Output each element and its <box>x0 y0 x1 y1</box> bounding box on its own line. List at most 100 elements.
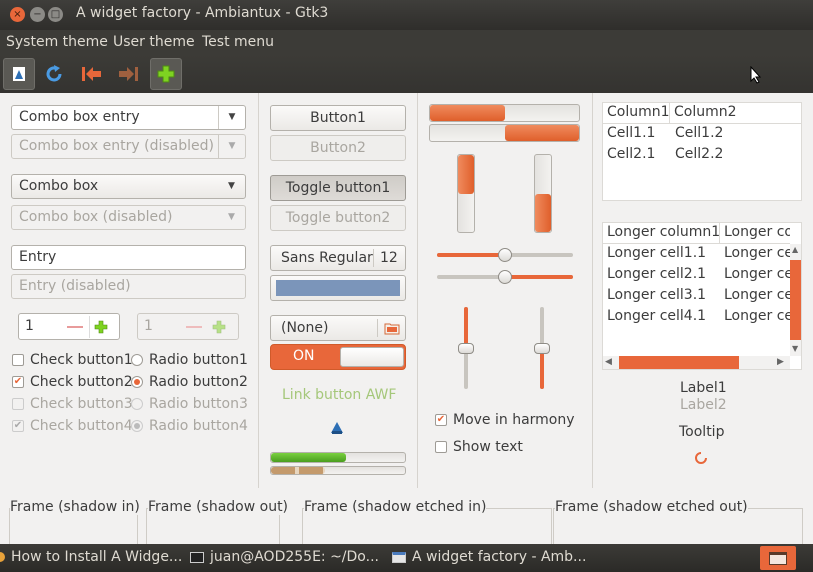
scale-handle[interactable] <box>498 248 512 262</box>
combo-box-entry[interactable]: Combo box entry ▼ <box>11 105 246 130</box>
chevron-left-icon[interactable]: ◀ <box>605 357 612 367</box>
radio-button-3: Radio button3 <box>131 396 248 412</box>
scale-fill <box>464 307 468 348</box>
table-cell[interactable]: Longer cell2.1 <box>607 266 706 282</box>
table-cell[interactable]: Longer ce <box>724 245 790 261</box>
table-cell[interactable]: Longer ce <box>724 308 790 324</box>
table-cell[interactable]: Longer cell4.1 <box>607 308 706 324</box>
tree-view-2[interactable]: Longer column1 Longer co Longer cell1.1 … <box>602 222 802 370</box>
check-label: Move in harmony <box>453 412 575 428</box>
column-header[interactable]: Longer column1 <box>603 223 720 244</box>
frame-label: Frame (shadow etched in) <box>304 499 487 515</box>
font-button[interactable]: Sans Regular 12 <box>270 245 406 271</box>
progress-fill <box>271 467 325 474</box>
chevron-right-icon[interactable]: ▶ <box>777 357 784 367</box>
scale-handle[interactable] <box>498 270 512 284</box>
table-cell[interactable]: Cell1.1 <box>607 125 655 141</box>
chevron-up-icon[interactable]: ▲ <box>792 245 798 254</box>
horizontal-scrollbar[interactable]: ◀ ▶ <box>603 356 790 369</box>
radio-button-2[interactable]: Radio button2 <box>131 374 248 390</box>
label-1: Label1 <box>680 380 727 396</box>
check-button-2[interactable]: ✔ Check button2 <box>12 374 133 390</box>
minus-icon[interactable] <box>67 326 83 328</box>
go-last-icon[interactable] <box>112 58 144 90</box>
radio-button-1[interactable]: Radio button1 <box>131 352 248 368</box>
taskbar-item[interactable]: A widget factory - Amb... <box>392 549 586 565</box>
toggle-button-2-disabled: Toggle button2 <box>270 205 406 231</box>
chevron-down-icon[interactable]: ▼ <box>218 106 245 129</box>
checkbox-checked-icon[interactable]: ✔ <box>12 376 24 388</box>
tree-view-1[interactable]: Column1 Column2 Cell1.1 Cell1.2 Cell2.1 … <box>602 102 802 201</box>
progress-bar-striped <box>270 466 406 475</box>
table-cell[interactable]: Longer ce <box>724 287 790 303</box>
title-bar: × − □ A widget factory - Ambiantux - Gtk… <box>0 0 813 30</box>
show-text-check[interactable]: Show text <box>435 439 523 455</box>
radio-icon[interactable] <box>131 354 143 366</box>
menu-user-theme[interactable]: User theme <box>113 34 195 50</box>
spin-value-disabled: 1 <box>144 318 153 334</box>
link-button[interactable]: Link button AWF <box>282 387 396 403</box>
check-button-1[interactable]: Check button1 <box>12 352 133 368</box>
toggle-button-1[interactable]: Toggle button1 <box>270 175 406 201</box>
taskbar-item[interactable]: How to Install A Widge... <box>0 549 182 565</box>
menu-test[interactable]: Test menu <box>202 34 274 50</box>
switch[interactable]: ON <box>270 344 406 370</box>
table-cell[interactable]: Cell1.2 <box>675 125 723 141</box>
color-button[interactable] <box>270 275 406 301</box>
progress-fill <box>271 453 347 462</box>
frame-label: Frame (shadow etched out) <box>555 499 748 515</box>
spin-button[interactable]: 1 <box>18 313 120 340</box>
go-first-icon[interactable] <box>76 58 108 90</box>
table-cell[interactable]: Cell2.1 <box>607 146 655 162</box>
close-icon[interactable]: × <box>10 7 25 22</box>
table-cell[interactable]: Cell2.2 <box>675 146 723 162</box>
button-1[interactable]: Button1 <box>270 105 406 131</box>
file-chooser-label: (None) <box>281 320 329 336</box>
plus-icon[interactable] <box>89 316 111 338</box>
add-icon[interactable] <box>150 58 182 90</box>
chevron-down-icon: ▼ <box>218 135 245 158</box>
radio-label: Radio button1 <box>149 352 248 368</box>
checkbox-icon[interactable] <box>435 441 447 453</box>
combo-box[interactable]: Combo box ▼ <box>11 174 246 199</box>
refresh-icon[interactable] <box>38 58 70 90</box>
minimize-icon[interactable]: − <box>30 7 45 22</box>
column-header[interactable]: Column2 <box>670 103 801 124</box>
checkbox-icon[interactable] <box>12 354 24 366</box>
vertical-scrollbar[interactable]: ▼ ▲ <box>790 244 801 356</box>
check-label: Check button4 <box>30 418 133 434</box>
scale-handle[interactable] <box>458 343 474 354</box>
combo-entry-text[interactable]: Combo box entry <box>19 109 140 125</box>
column-header[interactable]: Longer co <box>720 223 790 244</box>
taskbar-item-label: A widget factory - Amb... <box>412 549 587 565</box>
menu-system-theme[interactable]: System theme <box>6 34 108 50</box>
font-size: 12 <box>380 250 398 266</box>
radio-selected-icon[interactable] <box>131 376 143 388</box>
progress-bar <box>270 452 406 463</box>
maximize-icon[interactable]: □ <box>48 7 63 22</box>
text-entry[interactable]: Entry <box>11 245 246 270</box>
combo-box-disabled: Combo box (disabled) ▼ <box>11 205 246 230</box>
taskbar-item[interactable]: juan@AOD255E: ~/Do... <box>190 549 379 565</box>
separator <box>258 93 259 488</box>
scrollbar-thumb[interactable] <box>790 260 801 340</box>
terminal-icon <box>190 551 204 563</box>
taskbar-item-label: juan@AOD255E: ~/Do... <box>210 549 379 565</box>
show-desktop-button[interactable] <box>760 546 796 570</box>
switch-handle[interactable] <box>340 347 404 367</box>
checkbox-icon <box>12 398 24 410</box>
column-header[interactable]: Column1 <box>603 103 670 124</box>
scale-fill <box>505 275 573 279</box>
chevron-down-icon[interactable]: ▼ <box>792 344 798 353</box>
table-cell[interactable]: Longer cell1.1 <box>607 245 706 261</box>
move-in-harmony-check[interactable]: ✔ Move in harmony <box>435 412 575 428</box>
document-icon[interactable] <box>3 58 35 90</box>
table-cell[interactable]: Longer ce <box>724 266 790 282</box>
checkbox-checked-icon[interactable]: ✔ <box>435 414 447 426</box>
scrollbar-thumb[interactable] <box>619 356 739 369</box>
button-2-disabled: Button2 <box>270 135 406 161</box>
scale-handle[interactable] <box>534 343 550 354</box>
table-cell[interactable]: Longer cell3.1 <box>607 287 706 303</box>
file-chooser-button[interactable]: (None) <box>270 315 406 341</box>
chevron-down-icon: ▼ <box>228 212 235 222</box>
